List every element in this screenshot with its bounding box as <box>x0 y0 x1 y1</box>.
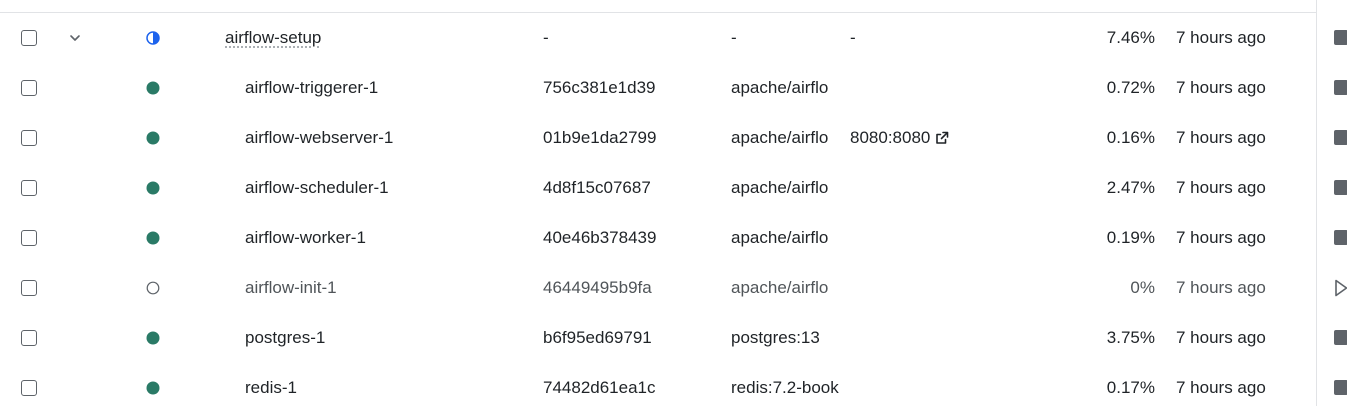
last-started-cell: 7 hours ago <box>1176 378 1266 397</box>
port-link[interactable]: 8080:8080 <box>850 128 950 148</box>
running-status-icon <box>146 81 160 95</box>
container-name-cell[interactable]: airflow-webserver-1 <box>245 113 535 163</box>
port-cell <box>850 163 1050 213</box>
port-cell <box>850 63 1050 113</box>
port-mapping[interactable]: 8080:8080 <box>850 128 930 148</box>
row-select-checkbox[interactable] <box>21 330 37 346</box>
container-id-cell: 01b9e1da2799 <box>543 128 657 147</box>
container-row[interactable]: postgres-1 b6f95ed69791 postgres:13 3.75… <box>0 313 1347 363</box>
row-select-checkbox[interactable] <box>21 80 37 96</box>
cpu-cell: 2.47% <box>1106 178 1155 197</box>
container-id-cell: 4d8f15c07687 <box>543 178 651 197</box>
running-status-icon <box>146 231 160 245</box>
row-select-checkbox[interactable] <box>21 230 37 246</box>
running-status-icon <box>146 331 160 345</box>
compose-group-row[interactable]: airflow-setup - - - 7.46% 7 hours ago <box>0 13 1347 63</box>
container-name-cell: airflow-setup <box>225 13 515 63</box>
image-cell[interactable]: apache/airflo <box>731 113 841 163</box>
container-row[interactable]: airflow-worker-1 40e46b378439 apache/air… <box>0 213 1347 263</box>
port-cell: 8080:8080 <box>850 113 1050 163</box>
port-cell: - <box>850 28 856 47</box>
container-id-cell: 74482d61ea1c <box>543 378 656 397</box>
last-started-cell: 7 hours ago <box>1176 128 1266 147</box>
stop-icon[interactable] <box>1334 130 1347 145</box>
container-name-cell[interactable]: airflow-scheduler-1 <box>245 163 535 213</box>
cpu-cell: 0.19% <box>1106 228 1155 247</box>
last-started-cell: 7 hours ago <box>1176 328 1266 347</box>
row-select-checkbox[interactable] <box>21 380 37 396</box>
stop-icon[interactable] <box>1334 180 1347 195</box>
row-select-checkbox[interactable] <box>21 30 37 46</box>
last-started-cell: 7 hours ago <box>1176 278 1266 297</box>
last-started-cell: 7 hours ago <box>1176 78 1266 97</box>
port-cell <box>850 363 1050 406</box>
container-row[interactable]: redis-1 74482d61ea1c redis:7.2-book 0.17… <box>0 363 1347 406</box>
port-cell <box>850 213 1050 263</box>
group-name[interactable]: airflow-setup <box>225 28 321 48</box>
last-started-cell: 7 hours ago <box>1176 178 1266 197</box>
stop-icon[interactable] <box>1334 330 1347 345</box>
row-select-checkbox[interactable] <box>21 130 37 146</box>
play-icon[interactable] <box>1334 279 1347 297</box>
row-select-checkbox[interactable] <box>21 280 37 296</box>
stop-icon[interactable] <box>1334 380 1347 395</box>
stop-icon[interactable] <box>1334 80 1347 95</box>
running-status-icon <box>146 181 160 195</box>
image-cell[interactable]: apache/airflo <box>731 213 841 263</box>
last-started-cell: 7 hours ago <box>1176 228 1266 247</box>
stop-icon[interactable] <box>1334 230 1347 245</box>
image-cell: - <box>731 28 737 47</box>
port-cell <box>850 263 1050 313</box>
container-name-cell[interactable]: airflow-triggerer-1 <box>245 63 535 113</box>
container-id-cell: 40e46b378439 <box>543 228 657 247</box>
image-cell[interactable]: apache/airflo <box>731 163 841 213</box>
cpu-cell: 0.16% <box>1106 128 1155 147</box>
row-select-checkbox[interactable] <box>21 180 37 196</box>
container-name-cell[interactable]: airflow-worker-1 <box>245 213 535 263</box>
container-row[interactable]: airflow-webserver-1 01b9e1da2799 apache/… <box>0 113 1347 163</box>
port-cell <box>850 313 1050 363</box>
containers-table: airflow-setup - - - 7.46% 7 hours ago ai… <box>0 0 1347 406</box>
running-status-icon <box>146 131 160 145</box>
container-name-cell[interactable]: airflow-init-1 <box>245 263 535 313</box>
last-started-cell: 7 hours ago <box>1176 28 1266 47</box>
container-id-cell: 756c381e1d39 <box>543 78 656 97</box>
container-name-cell[interactable]: postgres-1 <box>245 313 535 363</box>
cpu-cell: 0% <box>1130 278 1155 297</box>
container-id-cell: b6f95ed69791 <box>543 328 652 347</box>
container-row[interactable]: airflow-init-1 46449495b9fa apache/airfl… <box>0 263 1347 313</box>
stopped-status-icon <box>146 281 160 295</box>
container-row[interactable]: airflow-triggerer-1 756c381e1d39 apache/… <box>0 63 1347 113</box>
container-id-cell: 46449495b9fa <box>543 278 652 297</box>
container-row[interactable]: airflow-scheduler-1 4d8f15c07687 apache/… <box>0 163 1347 213</box>
stop-icon[interactable] <box>1334 30 1347 45</box>
cpu-cell: 0.17% <box>1106 378 1155 397</box>
cpu-cell: 7.46% <box>1106 28 1155 47</box>
image-cell[interactable]: apache/airflo <box>731 263 841 313</box>
chevron-down-icon[interactable] <box>66 30 84 46</box>
external-link-icon[interactable] <box>934 130 950 146</box>
running-status-icon <box>146 381 160 395</box>
image-cell[interactable]: apache/airflo <box>731 63 841 113</box>
partial-running-status-icon <box>146 31 160 45</box>
image-cell[interactable]: redis:7.2-book <box>731 363 841 406</box>
cpu-cell: 3.75% <box>1106 328 1155 347</box>
image-cell[interactable]: postgres:13 <box>731 313 841 363</box>
container-id-cell: - <box>543 28 549 47</box>
container-name-cell[interactable]: redis-1 <box>245 363 535 406</box>
cpu-cell: 0.72% <box>1106 78 1155 97</box>
